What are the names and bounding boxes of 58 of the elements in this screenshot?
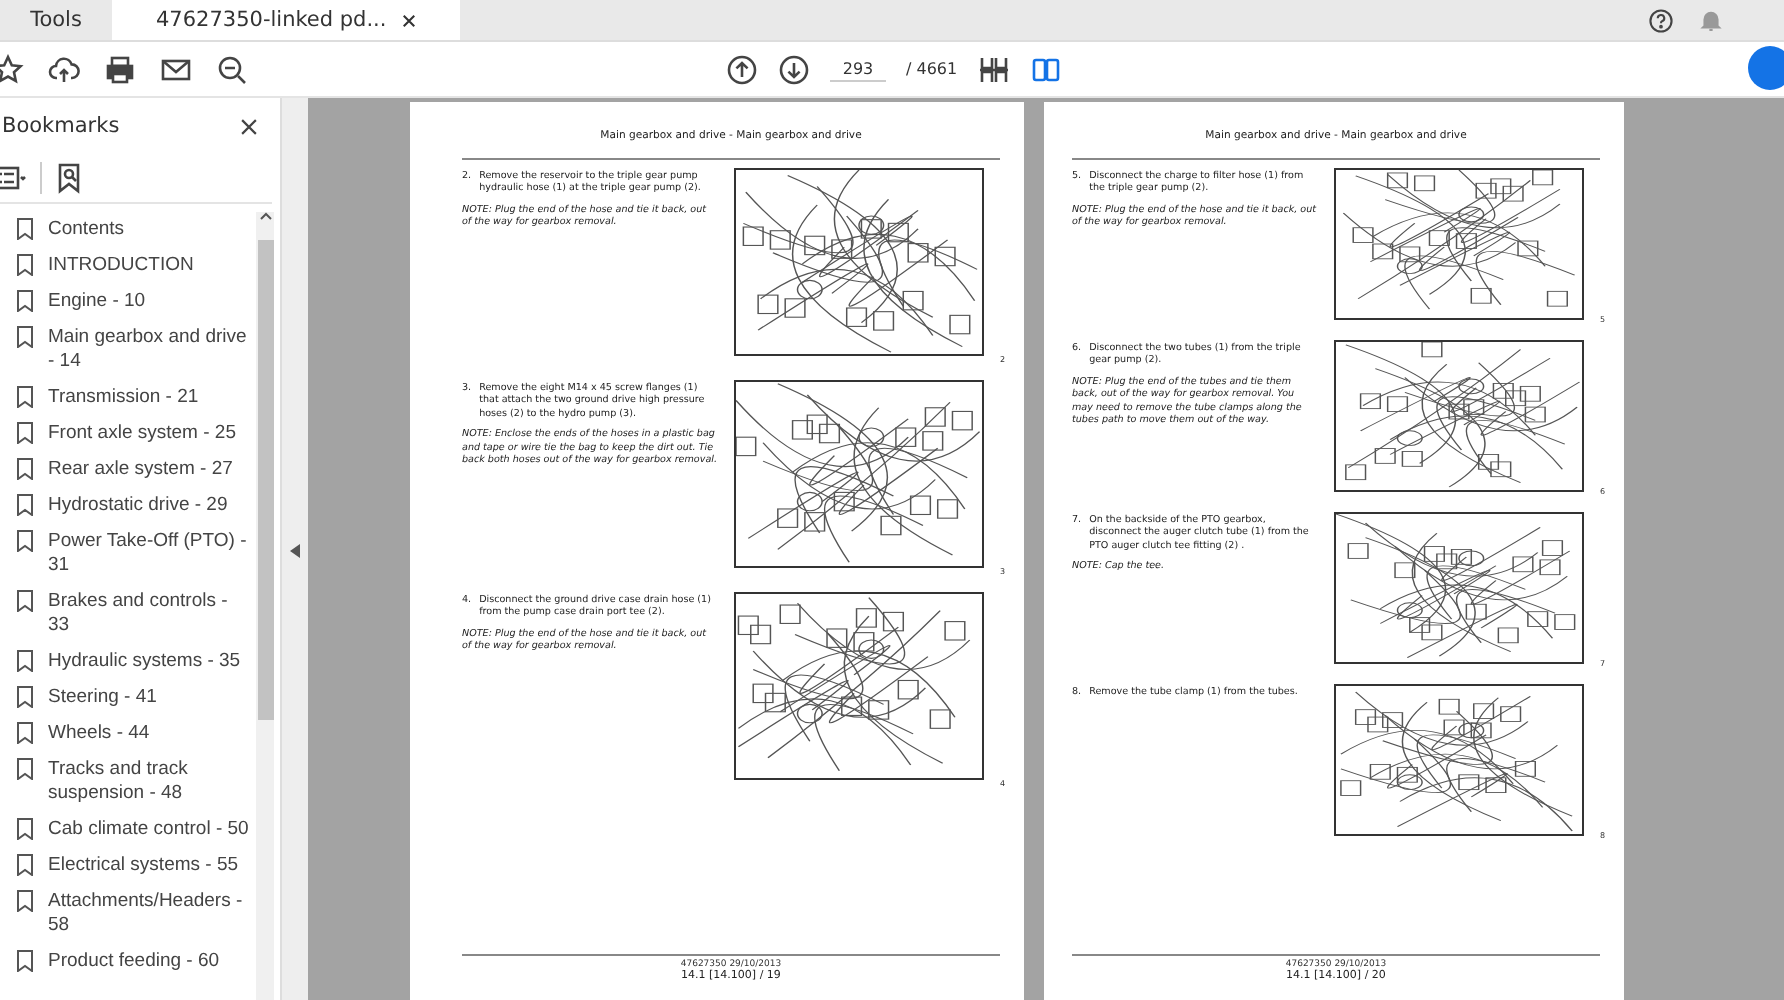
bookmark-icon — [16, 422, 34, 444]
bookmark-icon — [16, 290, 34, 312]
bookmark-icon — [16, 854, 34, 876]
scrollbar[interactable] — [256, 212, 274, 1000]
bookmark-icon — [16, 722, 34, 744]
bookmark-icon — [16, 890, 34, 912]
bookmark-icon — [16, 530, 34, 552]
panel-title: Bookmarks — [2, 114, 120, 138]
tab[interactable]: 47627350-linked pd... — [112, 0, 461, 40]
bookmark-item[interactable]: Brakes and controls - 33 — [48, 590, 252, 638]
bookmark-icon — [16, 494, 34, 516]
options-menu-icon[interactable] — [0, 162, 28, 194]
bookmark-icon — [16, 386, 34, 408]
bookmark-item[interactable]: Hydrostatic drive - 29 — [48, 494, 252, 518]
bookmark-item[interactable]: Rear axle system - 27 — [48, 458, 252, 482]
close-icon[interactable] — [402, 13, 417, 27]
collapse-panel-handle[interactable] — [282, 98, 308, 1000]
zoom-out-icon[interactable] — [216, 53, 248, 85]
bookmark-item[interactable]: Wheels - 44 — [48, 722, 252, 746]
cloud-upload-icon[interactable] — [48, 53, 80, 85]
bookmark-item[interactable]: Front axle system - 25 — [48, 422, 252, 446]
bookmark-item[interactable]: Electrical systems - 55 — [48, 854, 252, 878]
bookmark-item[interactable]: INTRODUCTION — [48, 254, 252, 278]
bookmark-item[interactable]: Product feeding - 60 — [48, 950, 252, 974]
scroll-up-icon[interactable] — [259, 212, 271, 220]
bookmark-item[interactable]: Power Take-Off (PTO) - 31 — [48, 530, 252, 578]
page-number-field[interactable]: 293 — [830, 57, 886, 81]
bookmark-icon — [16, 254, 34, 276]
bookmark-icon — [16, 590, 34, 612]
close-icon[interactable] — [238, 115, 260, 137]
bookmark-item[interactable]: Cab climate control - 50 — [48, 818, 252, 842]
bookmark-item[interactable]: Engine - 10 — [48, 290, 252, 314]
bookmark-icon — [16, 326, 34, 348]
bookmark-item[interactable]: Main gearbox and drive - 14 — [48, 326, 252, 374]
bookmark-icon — [16, 818, 34, 840]
bookmark-item[interactable]: Steering - 41 — [48, 686, 252, 710]
page-count: / 4661 — [906, 60, 958, 78]
share-button[interactable] — [1748, 46, 1784, 90]
help-icon[interactable] — [1648, 7, 1674, 33]
scroll-mode-icon[interactable] — [977, 53, 1010, 85]
print-icon[interactable] — [104, 53, 136, 85]
bookmark-icon — [16, 458, 34, 480]
previous-page-icon[interactable] — [726, 53, 758, 85]
star-icon[interactable] — [0, 53, 24, 85]
bookmark-icon — [16, 950, 34, 972]
bookmark-item[interactable]: Attachments/Headers - 58 — [48, 890, 252, 938]
two-page-view-icon[interactable] — [1029, 53, 1062, 85]
bookmark-item[interactable]: Tracks and track suspension - 48 — [48, 758, 252, 806]
next-page-icon[interactable] — [778, 53, 810, 85]
tab[interactable]: Tools — [0, 0, 112, 40]
bookmark-icon — [16, 218, 34, 240]
bookmark-item[interactable]: Contents — [48, 218, 252, 242]
collapse-arrow-icon[interactable] — [290, 543, 300, 557]
bookmark-item[interactable]: Hydraulic systems - 35 — [48, 650, 252, 674]
bookmark-icon — [16, 650, 34, 672]
bookmark-icon — [16, 758, 34, 780]
bookmark-item[interactable]: Transmission - 21 — [48, 386, 252, 410]
bookmark-icon — [16, 686, 34, 708]
